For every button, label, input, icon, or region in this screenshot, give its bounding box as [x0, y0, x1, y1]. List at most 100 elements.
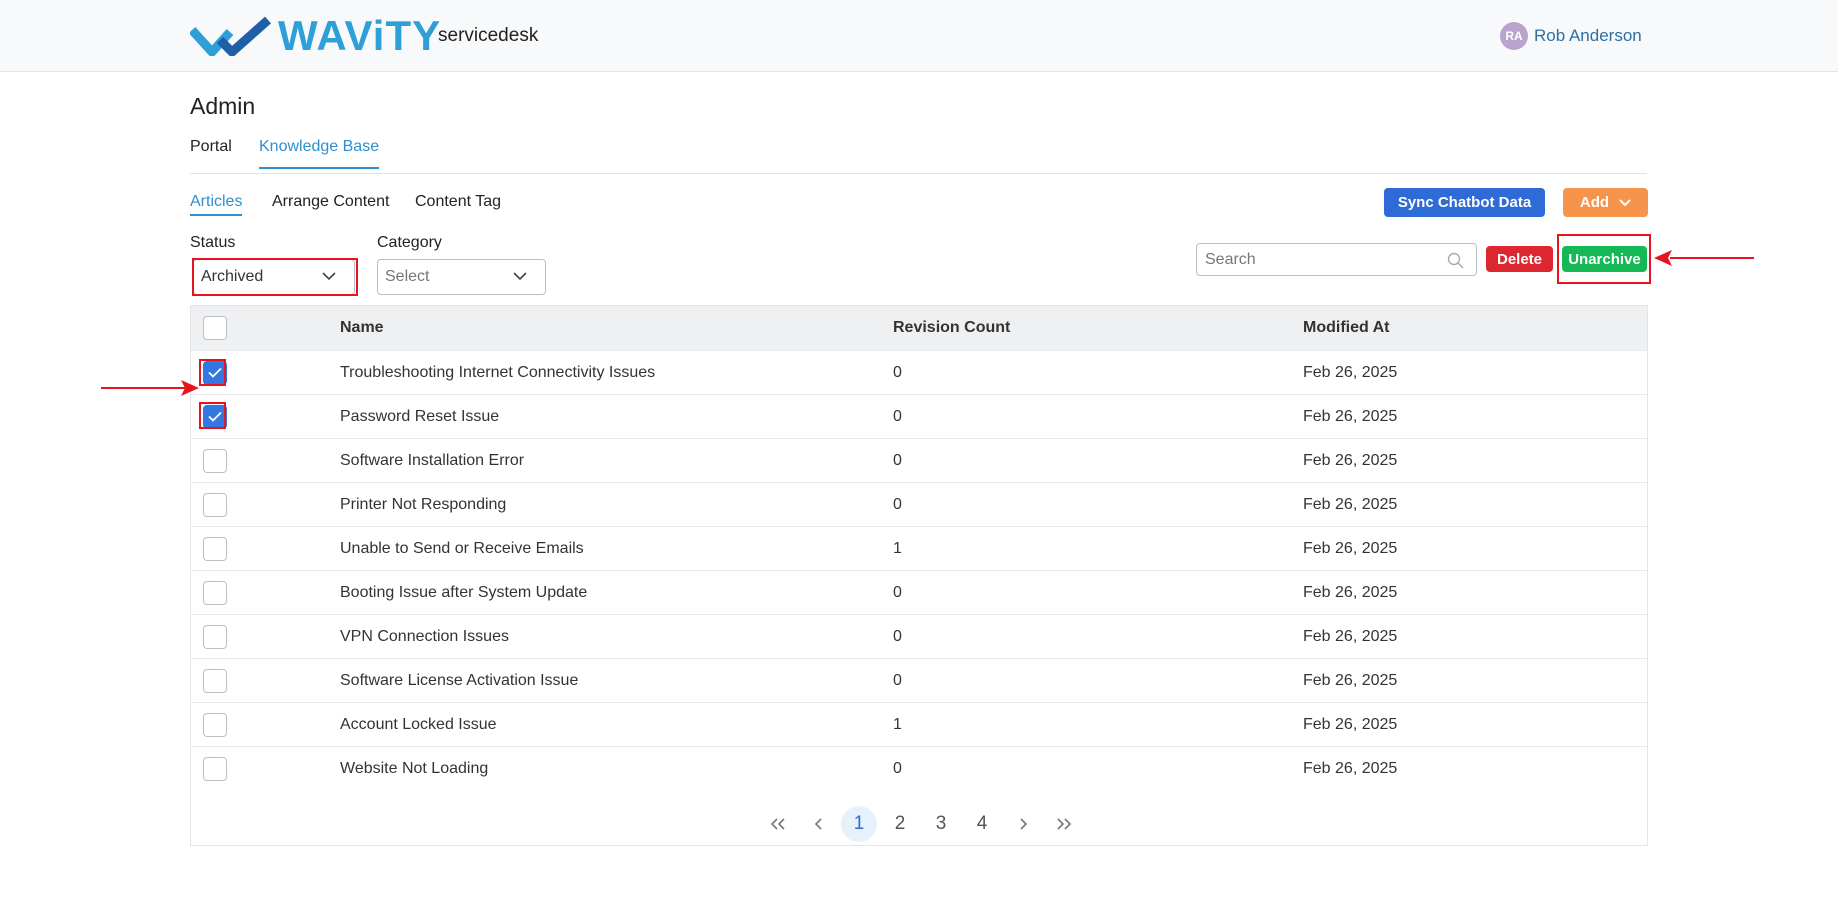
- checkmark-logo-icon: [190, 16, 271, 56]
- modified-at: Feb 26, 2025: [1303, 628, 1398, 645]
- modified-at: Feb 26, 2025: [1303, 496, 1398, 513]
- table-row[interactable]: Account Locked Issue 1 Feb 26, 2025: [191, 702, 1647, 746]
- page-2-button[interactable]: 2: [882, 806, 918, 842]
- table-row[interactable]: Software License Activation Issue 0 Feb 26…: [191, 658, 1647, 702]
- revision-count: 0: [893, 584, 902, 601]
- row-checkbox[interactable]: [203, 361, 227, 385]
- brand-name: WAViTY: [278, 12, 442, 59]
- article-name[interactable]: Booting Issue after System Update: [340, 584, 587, 602]
- last-page-button[interactable]: [1046, 806, 1082, 842]
- revision-count: 0: [893, 672, 902, 689]
- article-name[interactable]: Printer Not Responding: [340, 496, 506, 514]
- article-name[interactable]: Troubleshooting Internet Connectivity Is…: [340, 364, 655, 382]
- column-name[interactable]: Name: [340, 319, 384, 337]
- row-checkbox[interactable]: [203, 537, 227, 561]
- row-checkbox[interactable]: [203, 581, 227, 605]
- subtab-articles[interactable]: Articles: [190, 193, 243, 216]
- page-title: Admin: [190, 93, 256, 119]
- table-row[interactable]: Printer Not Responding 0 Feb 26, 2025: [191, 482, 1647, 526]
- prev-page-button[interactable]: [801, 806, 837, 842]
- tab-knowledge-base[interactable]: Knowledge Base: [259, 138, 380, 169]
- double-chevron-left-icon: [770, 818, 785, 830]
- main-tabs: Portal Knowledge Base: [190, 137, 1647, 174]
- table-header: Name Revision Count Modified At: [191, 306, 1647, 350]
- row-checkbox[interactable]: [203, 669, 227, 693]
- table-row[interactable]: Unable to Send or Receive Emails 1 Feb 26,…: [191, 526, 1647, 570]
- tab-portal[interactable]: Portal: [190, 138, 232, 167]
- user-menu[interactable]: RA Rob Anderson: [1500, 22, 1642, 50]
- table-row[interactable]: Website Not Loading 0 Feb 26, 2025: [191, 746, 1647, 790]
- table-row[interactable]: VPN Connection Issues 0 Feb 26, 2025: [191, 614, 1647, 658]
- article-name[interactable]: Website Not Loading: [340, 760, 488, 778]
- row-checkbox[interactable]: [203, 625, 227, 649]
- revision-count: 0: [893, 496, 902, 513]
- add-button[interactable]: Add: [1563, 188, 1648, 217]
- page-3-button[interactable]: 3: [923, 806, 959, 842]
- unarchive-button[interactable]: Unarchive: [1562, 246, 1647, 272]
- subtab-arrange-content[interactable]: Arrange Content: [272, 193, 389, 214]
- app-name: servicedesk: [438, 25, 539, 46]
- page-1-button[interactable]: 1: [841, 806, 877, 842]
- status-label: Status: [190, 234, 236, 251]
- avatar: RA: [1500, 22, 1528, 50]
- select-all-checkbox[interactable]: [203, 316, 227, 340]
- double-chevron-right-icon: [1057, 818, 1072, 830]
- modified-at: Feb 26, 2025: [1303, 408, 1398, 425]
- modified-at: Feb 26, 2025: [1303, 452, 1398, 469]
- revision-count: 0: [893, 628, 902, 645]
- column-modified-at[interactable]: Modified At: [1303, 319, 1390, 337]
- status-select-value: Archived: [201, 268, 264, 285]
- arrowhead-right-icon: [181, 380, 199, 396]
- revision-count: 0: [893, 760, 902, 777]
- modified-at: Feb 26, 2025: [1303, 584, 1398, 601]
- next-page-button[interactable]: [1005, 806, 1041, 842]
- article-name[interactable]: VPN Connection Issues: [340, 628, 509, 646]
- status-select[interactable]: Archived: [193, 259, 355, 295]
- table-row[interactable]: Booting Issue after System Update 0 Feb 26…: [191, 570, 1647, 614]
- articles-table: Name Revision Count Modified At Troubles…: [190, 305, 1648, 846]
- table-row[interactable]: Software Installation Error 0 Feb 26, 2025: [191, 438, 1647, 482]
- article-name[interactable]: Software License Activation Issue: [340, 672, 578, 690]
- sync-chatbot-button[interactable]: Sync Chatbot Data: [1384, 188, 1545, 217]
- add-button-label: Add: [1579, 194, 1610, 211]
- modified-at: Feb 26, 2025: [1303, 540, 1398, 557]
- chevron-right-icon: [1020, 818, 1028, 830]
- revision-count: 0: [893, 364, 902, 381]
- row-checkbox[interactable]: [203, 405, 227, 429]
- row-checkbox[interactable]: [203, 493, 227, 517]
- row-checkbox[interactable]: [203, 713, 227, 737]
- revision-count: 1: [893, 716, 902, 733]
- modified-at: Feb 26, 2025: [1303, 760, 1398, 777]
- pagination: 1 2 3 4: [191, 798, 1647, 842]
- article-name[interactable]: Account Locked Issue: [340, 716, 497, 734]
- first-page-button[interactable]: [760, 806, 796, 842]
- delete-button[interactable]: Delete: [1486, 246, 1553, 272]
- modified-at: Feb 26, 2025: [1303, 716, 1398, 733]
- search-input[interactable]: [1205, 250, 1435, 270]
- chevron-down-icon: [1619, 198, 1631, 206]
- category-label: Category: [377, 234, 442, 251]
- table-row[interactable]: Troubleshooting Internet Connectivity Is…: [191, 350, 1647, 394]
- search-box: [1196, 243, 1477, 276]
- checkmark-icon: [208, 367, 222, 378]
- annotation-arrow-checkbox: [101, 387, 185, 389]
- search-icon[interactable]: [1447, 252, 1464, 269]
- table-row[interactable]: Password Reset Issue 0 Feb 26, 2025: [191, 394, 1647, 438]
- article-name[interactable]: Software Installation Error: [340, 452, 524, 470]
- chevron-down-icon: [513, 272, 527, 281]
- page-4-button[interactable]: 4: [964, 806, 1000, 842]
- wavity-logo[interactable]: WAViTY: [190, 12, 442, 59]
- revision-count: 0: [893, 452, 902, 469]
- subtab-content-tag[interactable]: Content Tag: [415, 193, 501, 214]
- modified-at: Feb 26, 2025: [1303, 364, 1398, 381]
- article-name[interactable]: Password Reset Issue: [340, 408, 499, 426]
- category-select-value: Select: [385, 268, 430, 285]
- row-checkbox[interactable]: [203, 757, 227, 781]
- arrowhead-left-icon: [1654, 250, 1672, 266]
- top-bar: WAViTY servicedesk RA Rob Anderson: [0, 0, 1838, 72]
- row-checkbox[interactable]: [203, 449, 227, 473]
- article-name[interactable]: Unable to Send or Receive Emails: [340, 540, 584, 558]
- column-revision-count[interactable]: Revision Count: [893, 319, 1010, 337]
- chevron-down-icon: [322, 272, 336, 281]
- category-select[interactable]: Select: [377, 259, 546, 295]
